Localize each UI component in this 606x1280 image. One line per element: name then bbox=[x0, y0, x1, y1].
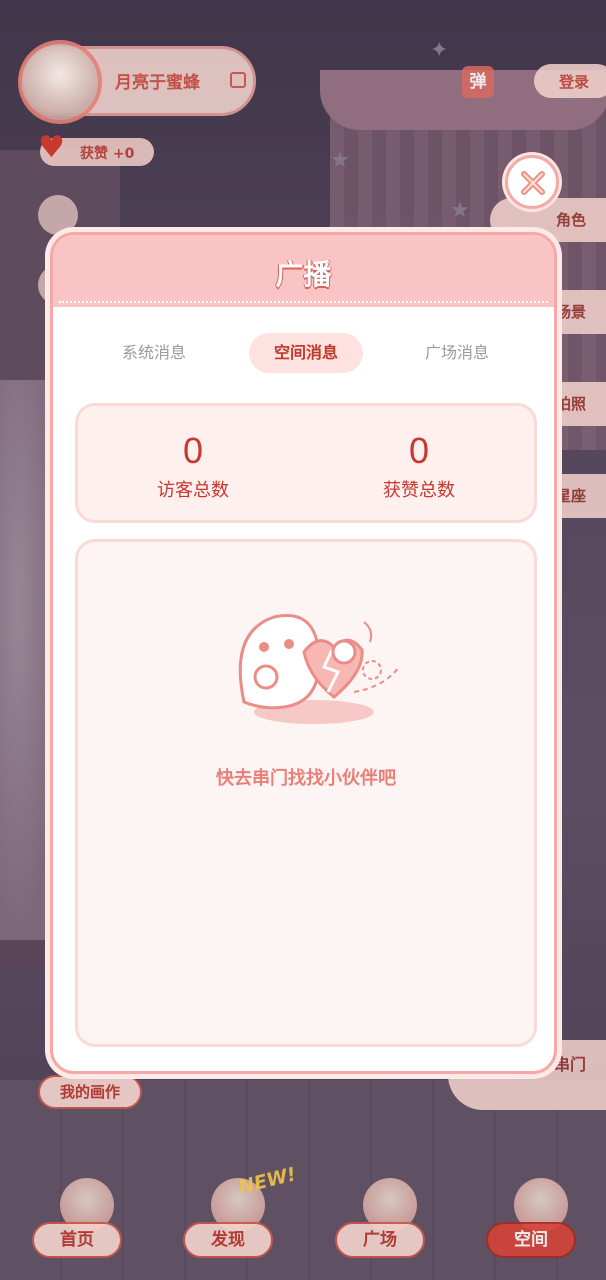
edit-icon[interactable] bbox=[230, 72, 246, 88]
nav-home-label: 首页 bbox=[32, 1222, 122, 1258]
scallop-border bbox=[53, 291, 554, 319]
visitor-label: 访客总数 bbox=[157, 480, 229, 501]
message-tabs: 系统消息 空间消息 广场消息 bbox=[53, 333, 554, 375]
nav-discover-label: 发现 bbox=[183, 1222, 273, 1258]
stats-card: 0 访客总数 0 获赞总数 bbox=[75, 403, 537, 523]
scallop-dots bbox=[59, 297, 548, 303]
visitor-count: 0 bbox=[182, 430, 204, 471]
tab-plaza-messages[interactable]: 广场消息 bbox=[400, 333, 514, 373]
likes-stat: 0 获赞总数 bbox=[349, 432, 489, 502]
empty-ghost-icon bbox=[224, 592, 404, 732]
messages-panel: 快去串门找找小伙伴吧 bbox=[75, 539, 537, 1047]
task-button[interactable] bbox=[38, 195, 78, 235]
my-painting-button[interactable]: 我的画作 bbox=[38, 1075, 142, 1109]
login-button[interactable]: 登录 bbox=[534, 64, 606, 98]
tab-system-messages[interactable]: 系统消息 bbox=[97, 333, 211, 373]
likes-count: 0 bbox=[408, 430, 430, 471]
nav-space[interactable]: 空间 bbox=[486, 1170, 596, 1270]
modal-title: 广播 bbox=[275, 258, 332, 291]
broadcast-modal: 广播 系统消息 空间消息 广场消息 0 访客总数 0 获赞总数 快去串门找找小伙… bbox=[50, 232, 557, 1074]
visitor-stat: 0 访客总数 bbox=[123, 432, 263, 502]
nav-plaza[interactable]: 广场 bbox=[335, 1170, 445, 1270]
nav-home[interactable]: 首页 bbox=[32, 1170, 142, 1270]
empty-message: 快去串门找找小伙伴吧 bbox=[216, 768, 396, 789]
close-button[interactable] bbox=[505, 155, 559, 209]
username: 月亮于蜜蜂 bbox=[115, 73, 200, 93]
nav-plaza-label: 广场 bbox=[335, 1222, 425, 1258]
bottom-nav: 首页 发现 广场 空间 bbox=[0, 1170, 606, 1280]
close-icon bbox=[521, 171, 545, 195]
nav-space-label: 空间 bbox=[486, 1222, 576, 1258]
tab-space-messages[interactable]: 空间消息 bbox=[249, 333, 363, 373]
heart-icon: ♥ bbox=[38, 130, 65, 165]
avatar[interactable] bbox=[18, 40, 102, 124]
danmu-toggle[interactable]: 弹 bbox=[462, 66, 494, 98]
likes-total-label: 获赞总数 bbox=[383, 480, 455, 501]
